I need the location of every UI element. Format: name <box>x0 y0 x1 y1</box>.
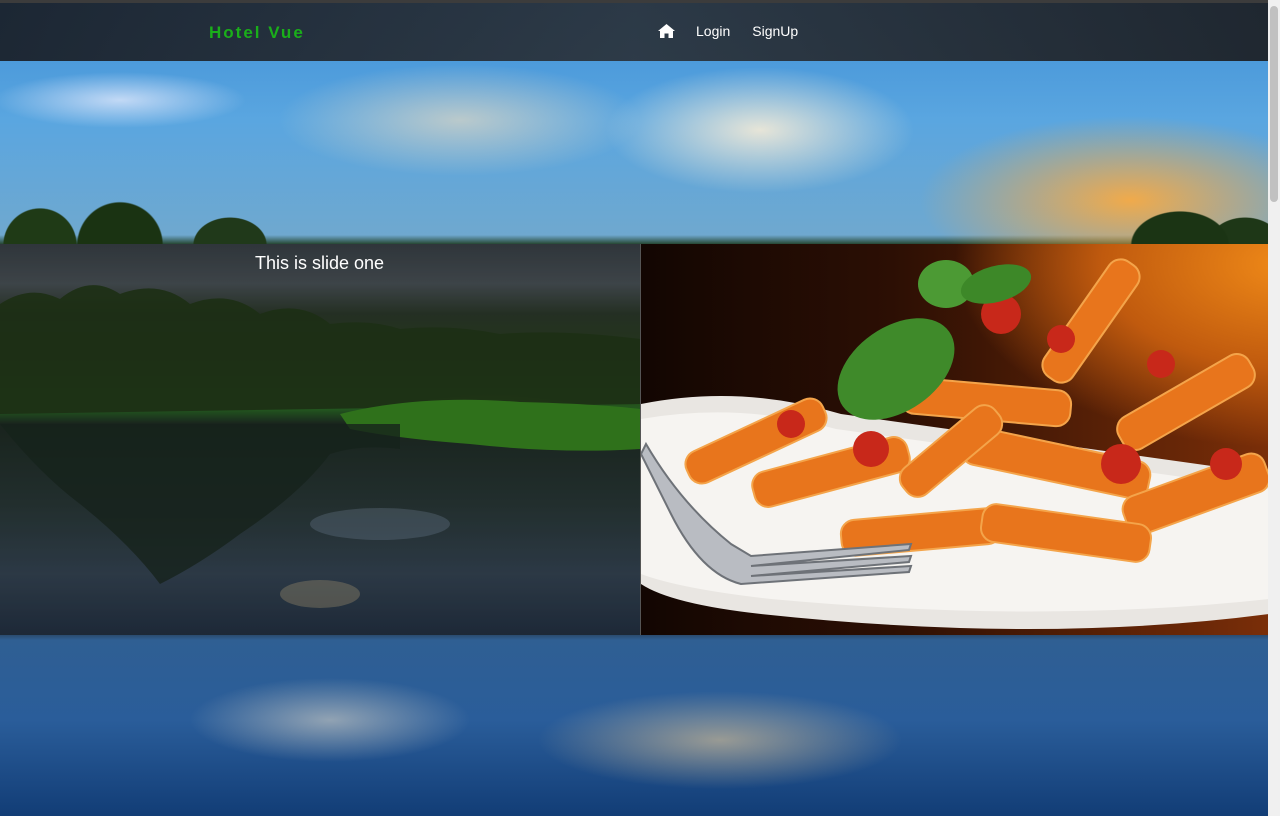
home-link[interactable] <box>658 22 676 40</box>
image-carousel[interactable]: This is slide one <box>0 244 1268 635</box>
slide-caption: This is slide one <box>255 253 385 273</box>
page-scrollbar[interactable] <box>1268 0 1280 816</box>
slide-overlay <box>0 244 640 635</box>
pasta-plate-illustration <box>641 258 1268 629</box>
nav-links: Login SignUp <box>658 22 820 40</box>
login-link[interactable]: Login <box>696 23 730 39</box>
signup-link[interactable]: SignUp <box>752 23 798 39</box>
treeline-decoration <box>0 185 1268 245</box>
slide-two-image <box>640 244 1268 635</box>
brand-logo[interactable]: Hotel Vue <box>209 23 305 43</box>
scrollbar-thumb[interactable] <box>1270 6 1278 202</box>
home-icon <box>658 24 675 38</box>
slide-one-image: This is slide one <box>0 244 640 635</box>
navbar: Hotel Vue Login SignUp <box>0 3 1268 61</box>
